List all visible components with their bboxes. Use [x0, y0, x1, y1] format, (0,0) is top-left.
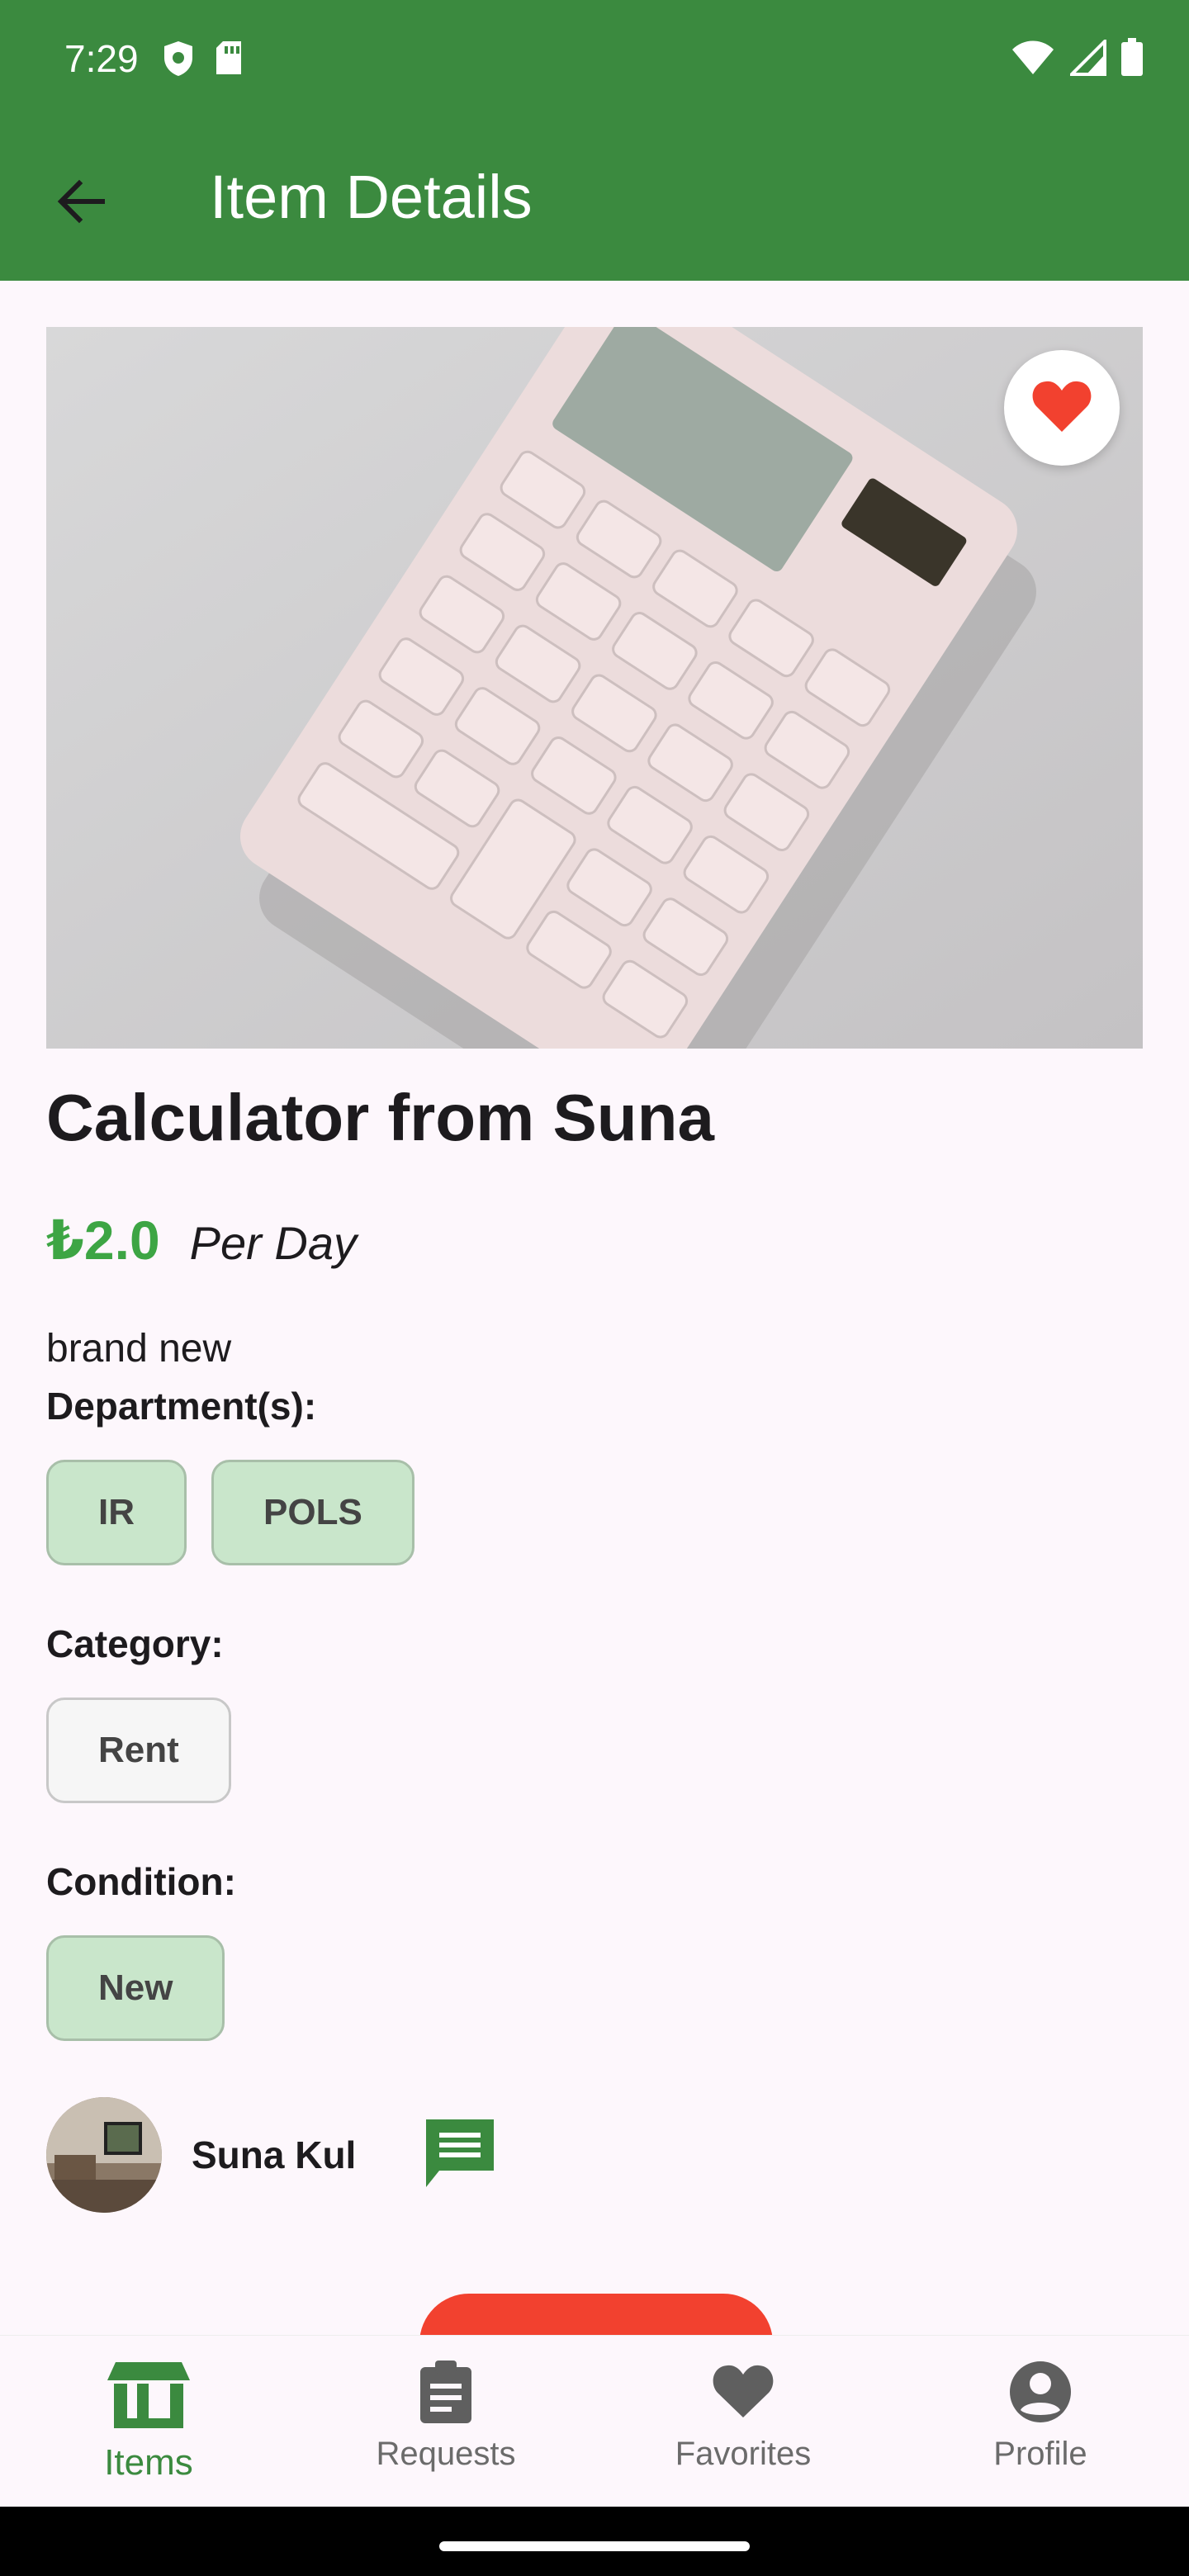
owner-row: Suna Kul — [46, 2097, 501, 2213]
departments-chips: IR POLS — [46, 1460, 414, 1565]
nav-item-items[interactable]: Items — [0, 2336, 297, 2507]
nav-label-profile: Profile — [993, 2436, 1087, 2472]
department-chip: POLS — [211, 1460, 414, 1565]
condition-chip: New — [46, 1935, 225, 2041]
owner-name[interactable]: Suna Kul — [192, 2133, 356, 2177]
arrow-back-icon — [54, 175, 107, 232]
status-bar: 7:29 — [0, 0, 1189, 116]
battery-icon — [1121, 38, 1143, 80]
shield-icon — [162, 40, 195, 82]
condition-label: Condition: — [46, 1860, 236, 1903]
gesture-bar — [0, 2507, 1189, 2576]
item-image — [46, 327, 1143, 1049]
avatar[interactable] — [46, 2097, 162, 2213]
storefront-icon — [104, 2359, 193, 2436]
favorite-button[interactable] — [1004, 350, 1120, 466]
condition-chips: New — [46, 1935, 225, 2041]
message-button[interactable] — [419, 2114, 501, 2196]
clipboard-icon — [417, 2359, 475, 2429]
departments-label: Department(s): — [46, 1385, 317, 1428]
price: ₺2.0 — [46, 1210, 160, 1271]
wifi-icon — [1011, 40, 1055, 80]
item-description: brand new — [46, 1327, 232, 1371]
nav-item-requests[interactable]: Requests — [297, 2336, 594, 2507]
department-chip: IR — [46, 1460, 187, 1565]
sd-card-icon — [213, 40, 244, 82]
home-indicator[interactable] — [439, 2541, 750, 2551]
price-row: ₺2.0 Per Day — [46, 1209, 357, 1272]
heart-icon — [1031, 379, 1092, 438]
page-title: Item Details — [210, 163, 533, 231]
category-label: Category: — [46, 1622, 224, 1665]
account-circle-icon — [1007, 2359, 1073, 2429]
back-button[interactable] — [45, 167, 117, 239]
bottom-navigation: Items Requests Favorites Profile — [0, 2335, 1189, 2507]
nav-label-favorites: Favorites — [675, 2436, 812, 2472]
price-unit: Per Day — [189, 1217, 357, 1269]
item-title: Calculator from Suna — [46, 1081, 715, 1154]
nav-item-favorites[interactable]: Favorites — [594, 2336, 892, 2507]
status-time: 7:29 — [64, 37, 139, 80]
category-chip: Rent — [46, 1698, 231, 1803]
nav-item-profile[interactable]: Profile — [892, 2336, 1189, 2507]
chat-icon — [423, 2116, 497, 2195]
app-bar: Item Details — [0, 116, 1189, 281]
nav-label-items: Items — [104, 2442, 193, 2483]
cell-signal-icon — [1068, 37, 1106, 80]
nav-label-requests: Requests — [376, 2436, 516, 2472]
heart-icon — [712, 2359, 775, 2429]
category-chips: Rent — [46, 1698, 231, 1803]
